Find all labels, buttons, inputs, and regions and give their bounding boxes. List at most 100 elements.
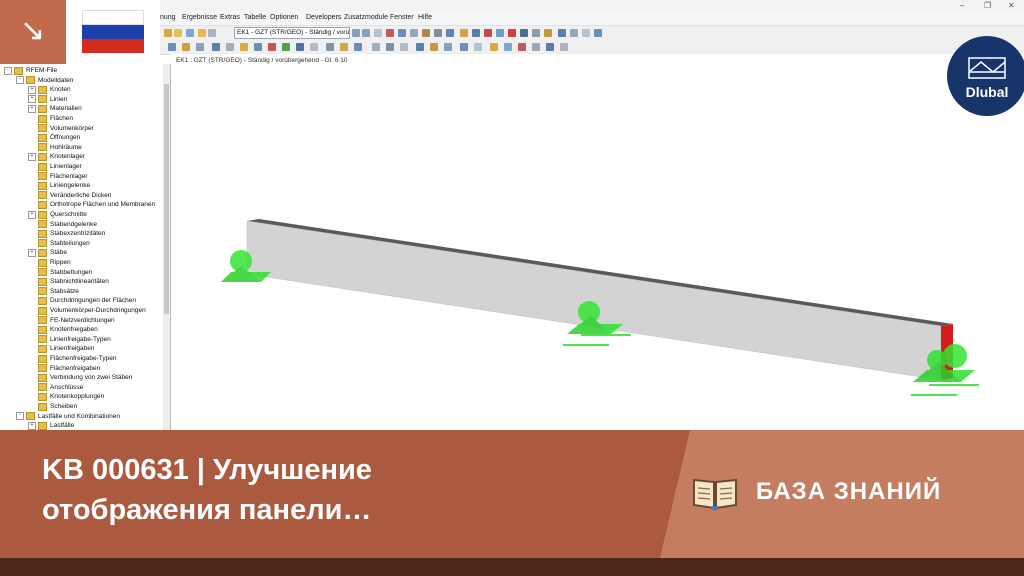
restore-icon[interactable]: ❐ <box>984 0 991 11</box>
tree-item[interactable]: Durchdringungen der Flächen <box>28 296 136 305</box>
dimension-icon[interactable] <box>570 29 578 37</box>
table-icon[interactable] <box>208 29 216 37</box>
zoom-icon[interactable] <box>398 29 406 37</box>
tree-item[interactable]: Orthotrope Flächen und Membranen <box>28 200 155 209</box>
z-view-icon[interactable] <box>296 43 304 51</box>
wireframe-icon[interactable] <box>196 43 204 51</box>
ortho-icon[interactable] <box>386 43 394 51</box>
pan-icon[interactable] <box>240 43 248 51</box>
y-view-icon[interactable] <box>282 43 290 51</box>
tree-expander-icon[interactable]: + <box>28 152 36 161</box>
menu-item-berechnung[interactable]: nung <box>160 13 176 23</box>
menu-item-fenster[interactable]: Fenster <box>390 13 414 23</box>
tree-expander-icon[interactable]: + <box>28 248 36 257</box>
navigator-scroll-thumb[interactable] <box>164 84 169 314</box>
tree-item[interactable]: + Lastfälle <box>28 421 74 430</box>
grid-icon[interactable] <box>446 29 454 37</box>
menu-item-optionen[interactable]: Optionen <box>270 13 298 23</box>
tree-expander-icon[interactable]: + <box>28 421 36 430</box>
tree-item[interactable]: Knotenfreigaben <box>28 325 98 334</box>
tree-item[interactable]: FE-Netzverdichtungen <box>28 316 115 325</box>
tree-item[interactable]: + Knoten <box>28 85 71 94</box>
line-icon[interactable] <box>472 29 480 37</box>
menu-item-zusatzmodule[interactable]: Zusatzmodule <box>344 13 388 23</box>
result-values-icon[interactable] <box>340 43 348 51</box>
tree-expander-icon[interactable]: - <box>16 412 24 421</box>
tree-item[interactable]: Stabbettungen <box>28 268 92 277</box>
workplane-icon[interactable] <box>430 43 438 51</box>
section-icon[interactable] <box>558 29 566 37</box>
legend-icon[interactable] <box>490 43 498 51</box>
diagram-icon[interactable] <box>354 43 362 51</box>
dxf-icon[interactable] <box>460 43 468 51</box>
tree-expander-icon[interactable]: - <box>4 66 12 75</box>
menu-item-developers[interactable]: Developers <box>306 13 341 23</box>
check-icon[interactable] <box>546 43 554 51</box>
delete-icon[interactable] <box>508 29 516 37</box>
navigator-scrollbar[interactable] <box>163 64 170 430</box>
tree-item[interactable]: Veränderliche Dicken <box>28 191 111 200</box>
more-icon[interactable] <box>560 43 568 51</box>
tree-expander-icon[interactable]: + <box>28 210 36 219</box>
menu-item-hilfe[interactable]: Hilfe <box>418 13 432 23</box>
view-icon[interactable] <box>374 29 382 37</box>
copy-icon[interactable] <box>544 29 552 37</box>
minimize-icon[interactable]: – <box>960 0 964 11</box>
tree-item[interactable]: + Materialien <box>28 104 82 113</box>
tree-item[interactable]: - Modelldaten <box>16 76 73 85</box>
load-icon[interactable] <box>326 43 334 51</box>
tree-item[interactable]: Knotenkopplungen <box>28 392 104 401</box>
color-scale-icon[interactable] <box>504 43 512 51</box>
tree-item[interactable]: Scheiben <box>28 402 77 411</box>
help-icon[interactable] <box>594 29 602 37</box>
menu-item-extras[interactable]: Extras <box>220 13 240 23</box>
model-icon[interactable] <box>182 43 190 51</box>
menu-item-tabelle[interactable]: Tabelle <box>244 13 266 23</box>
previous-icon[interactable] <box>352 29 360 37</box>
menu-item-ergebnisse[interactable]: Ergebnisse <box>182 13 217 23</box>
tree-item[interactable]: - Lastfälle und Kombinationen <box>16 412 120 421</box>
display-icon[interactable] <box>168 43 176 51</box>
tree-item[interactable]: Linienlager <box>28 162 82 171</box>
tree-item[interactable]: + Linien <box>28 95 67 104</box>
move-icon[interactable] <box>532 29 540 37</box>
tree-item[interactable]: Volumenkörper-Durchdringungen <box>28 306 146 315</box>
tree-expander-icon[interactable]: + <box>28 85 36 94</box>
tree-item[interactable]: Flächenfreigabe-Typen <box>28 354 117 363</box>
next-icon[interactable] <box>362 29 370 37</box>
tree-item[interactable]: Rippen <box>28 258 71 267</box>
rotate-icon[interactable] <box>520 29 528 37</box>
surface-icon[interactable] <box>496 29 504 37</box>
member-icon[interactable] <box>422 29 430 37</box>
node-icon[interactable] <box>460 29 468 37</box>
coordinate-icon[interactable] <box>416 43 424 51</box>
tree-item[interactable]: Liniengelenke <box>28 181 90 190</box>
solid-icon[interactable] <box>212 43 220 51</box>
tree-expander-icon[interactable]: - <box>16 76 24 85</box>
tree-item[interactable]: Hohlräume <box>28 143 82 152</box>
tree-item[interactable]: Öffnungen <box>28 133 80 142</box>
graphics-viewport[interactable]: EK1 : GZT (STR/GEO) - Ständig / vorüberg… <box>171 54 1024 430</box>
tree-item[interactable]: + Stäbe <box>28 248 67 257</box>
loadcase-combo[interactable]: EK1 - GZT (STR/GEO) - Ständig / vorübe <box>234 27 350 39</box>
measure-icon[interactable] <box>400 43 408 51</box>
tree-expander-icon[interactable]: + <box>28 95 36 104</box>
tree-item[interactable]: Flächenlager <box>28 172 88 181</box>
filter-icon[interactable] <box>310 43 318 51</box>
tree-item[interactable]: Linienfreigabe-Typen <box>28 335 111 344</box>
print-icon[interactable] <box>186 29 194 37</box>
tree-item[interactable]: Stabnichtlinearitäten <box>28 277 109 286</box>
tree-item[interactable]: Stabexzentrizitäten <box>28 229 105 238</box>
tree-item[interactable]: Volumenkörper <box>28 124 94 133</box>
select-icon[interactable] <box>410 29 418 37</box>
save-icon[interactable] <box>174 29 182 37</box>
guide-line-icon[interactable] <box>444 43 452 51</box>
tree-item[interactable]: Linienfreigaben <box>28 344 94 353</box>
tree-item[interactable]: Flächen <box>28 114 73 123</box>
open-icon[interactable] <box>164 29 172 37</box>
tree-item[interactable]: Stabendgelenke <box>28 220 97 229</box>
tree-expander-icon[interactable]: + <box>28 104 36 113</box>
x-view-icon[interactable] <box>268 43 276 51</box>
tree-item[interactable]: Stabsätze <box>28 287 79 296</box>
transparent-icon[interactable] <box>226 43 234 51</box>
